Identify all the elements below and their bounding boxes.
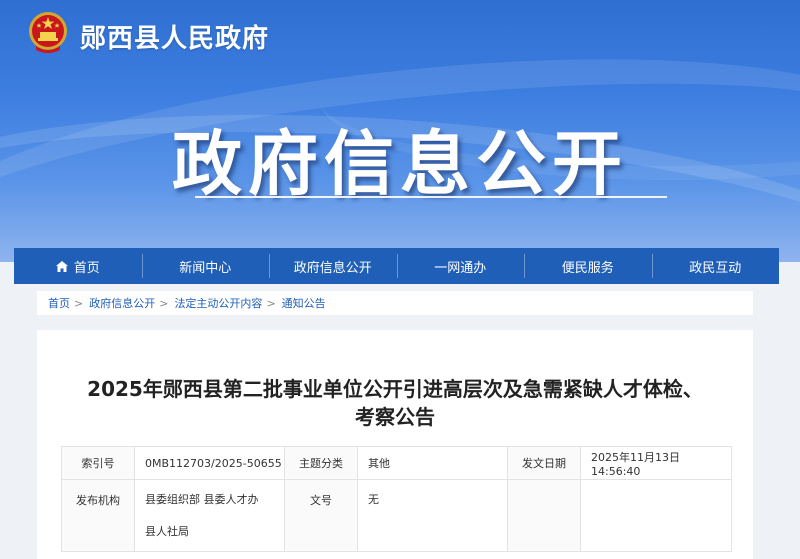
meta-value-docno: 无 bbox=[357, 479, 508, 552]
article-meta-table: 索引号 0MB112703/2025-50655 主题分类 其他 发文日期 20… bbox=[61, 446, 732, 552]
article-title-line: 2025年郧西县第二批事业单位公开引进高层次及急需紧缺人才体检、 bbox=[87, 377, 703, 401]
meta-value-topic: 其他 bbox=[357, 446, 508, 480]
nav-item-label: 一网通办 bbox=[434, 260, 487, 276]
nav-item-news[interactable]: 新闻中心 bbox=[141, 248, 270, 284]
meta-value-index: 0MB112703/2025-50655 bbox=[134, 446, 285, 480]
meta-empty-cell bbox=[580, 479, 732, 552]
nav-item-label: 便民服务 bbox=[561, 260, 614, 276]
breadcrumb-separator: > bbox=[74, 296, 84, 310]
meta-label-docno: 文号 bbox=[284, 479, 358, 552]
nav-item-label: 首页 bbox=[73, 260, 100, 276]
meta-value-publisher-line: 县委组织部 县委人才办 bbox=[145, 493, 259, 506]
header-banner: 郧西县人民政府 政府信息公开 bbox=[0, 0, 800, 262]
national-emblem-icon[interactable] bbox=[26, 10, 70, 56]
nav-item-gov-info[interactable]: 政府信息公开 bbox=[269, 248, 397, 284]
nav-item-home[interactable]: 首页 bbox=[14, 248, 142, 284]
breadcrumb-link-gov-info[interactable]: 政府信息公开 bbox=[89, 295, 155, 311]
meta-empty-cell bbox=[507, 479, 581, 552]
article-title-line: 考察公告 bbox=[355, 405, 435, 429]
breadcrumb-separator: > bbox=[266, 296, 276, 310]
meta-value-publisher-line: 县人社局 bbox=[145, 525, 189, 538]
breadcrumb-link-home[interactable]: 首页 bbox=[48, 295, 70, 311]
breadcrumb-separator: > bbox=[159, 296, 169, 310]
nav-item-label: 政民互动 bbox=[689, 260, 742, 276]
breadcrumb-link-notices[interactable]: 通知公告 bbox=[282, 295, 326, 311]
nav-item-interaction[interactable]: 政民互动 bbox=[651, 248, 780, 284]
meta-value-publisher: 县委组织部 县委人才办 县人社局 bbox=[134, 479, 285, 552]
breadcrumb-link-statutory[interactable]: 法定主动公开内容 bbox=[174, 295, 262, 311]
hero-title: 政府信息公开 bbox=[172, 122, 628, 205]
breadcrumb: 首页 > 政府信息公开 > 法定主动公开内容 > 通知公告 bbox=[37, 291, 753, 315]
meta-value-date: 2025年11月13日 14:56:40 bbox=[580, 446, 732, 480]
nav-item-public-services[interactable]: 便民服务 bbox=[524, 248, 652, 284]
meta-label-publisher: 发布机构 bbox=[61, 479, 135, 552]
meta-label-topic: 主题分类 bbox=[284, 446, 358, 480]
meta-label-date: 发文日期 bbox=[507, 446, 581, 480]
meta-label-index: 索引号 bbox=[61, 446, 135, 480]
article-title: 2025年郧西县第二批事业单位公开引进高层次及急需紧缺人才体检、 考察公告 bbox=[37, 375, 753, 431]
hero-underline bbox=[195, 196, 667, 198]
nav-item-services-online[interactable]: 一网通办 bbox=[396, 248, 525, 284]
site-name[interactable]: 郧西县人民政府 bbox=[80, 18, 269, 55]
nav-item-label: 政府信息公开 bbox=[293, 260, 372, 276]
main-nav: 首页 新闻中心 政府信息公开 一网通办 便民服务 政民互动 bbox=[14, 248, 779, 284]
nav-item-label: 新闻中心 bbox=[179, 260, 232, 276]
home-icon bbox=[55, 260, 68, 272]
